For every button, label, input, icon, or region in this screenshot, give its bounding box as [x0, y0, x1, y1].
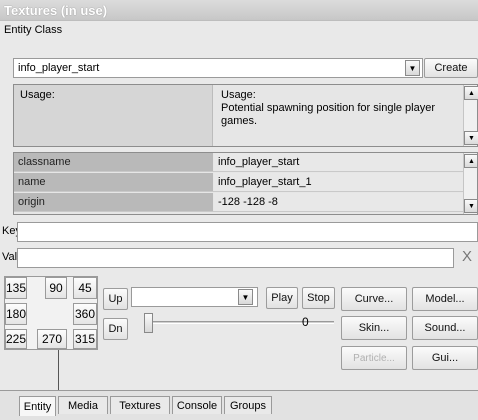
- usage-right-title: Usage:: [221, 89, 256, 101]
- angle-135-button[interactable]: 135: [5, 277, 27, 299]
- scroll-up-icon[interactable]: ▲: [464, 86, 478, 100]
- table-row[interactable]: name info_player_start_1: [14, 173, 465, 192]
- properties-list[interactable]: classname info_player_start name info_pl…: [13, 152, 478, 215]
- tab-console[interactable]: Console: [172, 396, 222, 414]
- usage-left-label: Usage:: [20, 89, 55, 101]
- entity-class-value: info_player_start: [18, 62, 100, 74]
- angle-360-button[interactable]: 360: [73, 303, 97, 325]
- skin-button[interactable]: Skin...: [341, 316, 407, 340]
- scroll-down-icon[interactable]: ▼: [464, 199, 477, 213]
- angle-45-button[interactable]: 45: [73, 277, 97, 299]
- angle-180-button[interactable]: 180: [5, 303, 27, 325]
- clear-val-button[interactable]: X: [458, 247, 476, 267]
- tab-entity[interactable]: Entity: [19, 396, 56, 416]
- angle-225-button[interactable]: 225: [5, 329, 27, 349]
- sound-button[interactable]: Sound...: [412, 316, 478, 340]
- up-button[interactable]: Up: [103, 288, 128, 310]
- entity-class-combo[interactable]: info_player_start: [13, 58, 423, 78]
- usage-left: Usage:: [14, 85, 213, 146]
- entity-class-dropdown-arrow-icon[interactable]: ▼: [405, 60, 420, 76]
- usage-panel: Usage: Usage: Potential spawning positio…: [13, 84, 478, 147]
- dn-button[interactable]: Dn: [103, 318, 128, 340]
- model-button[interactable]: Model...: [412, 287, 478, 311]
- angle-270-button[interactable]: 270: [37, 329, 67, 349]
- slider-value: 0: [302, 315, 309, 329]
- angle-315-button[interactable]: 315: [73, 329, 97, 349]
- create-button[interactable]: Create: [424, 58, 478, 78]
- property-key: origin: [14, 193, 213, 211]
- animation-dropdown-arrow-icon[interactable]: ▼: [238, 289, 253, 305]
- property-value: -128 -128 -8: [214, 193, 465, 211]
- curve-button[interactable]: Curve...: [341, 287, 407, 311]
- property-key: classname: [14, 153, 213, 171]
- angle-90-button[interactable]: 90: [45, 277, 67, 299]
- usage-description: Usage: Potential spawning position for s…: [221, 89, 457, 128]
- tab-groups[interactable]: Groups: [224, 396, 272, 414]
- gui-button[interactable]: Gui...: [412, 346, 478, 370]
- stop-button[interactable]: Stop: [302, 287, 335, 309]
- particle-button: Particle...: [341, 346, 407, 370]
- val-input[interactable]: [17, 248, 454, 268]
- animation-slider-thumb[interactable]: [144, 313, 153, 333]
- property-value: info_player_start: [214, 153, 465, 171]
- usage-scrollbar[interactable]: ▲ ▼: [463, 85, 478, 146]
- scroll-up-icon[interactable]: ▲: [464, 154, 477, 168]
- table-row[interactable]: origin -128 -128 -8: [14, 193, 465, 212]
- window-title: Textures (in use): [0, 0, 478, 21]
- play-button[interactable]: Play: [266, 287, 298, 309]
- table-row[interactable]: classname info_player_start: [14, 153, 465, 172]
- key-input[interactable]: [17, 222, 478, 242]
- property-value: info_player_start_1: [214, 173, 465, 191]
- tab-textures[interactable]: Textures: [110, 396, 170, 414]
- property-key: name: [14, 173, 213, 191]
- entity-class-label: Entity Class: [4, 24, 63, 36]
- properties-scrollbar[interactable]: ▲ ▼: [463, 153, 477, 214]
- scroll-down-icon[interactable]: ▼: [464, 131, 478, 145]
- usage-right-text: Potential spawning position for single p…: [221, 102, 436, 127]
- tab-media[interactable]: Media: [58, 396, 108, 414]
- val-label: Val: [2, 251, 18, 263]
